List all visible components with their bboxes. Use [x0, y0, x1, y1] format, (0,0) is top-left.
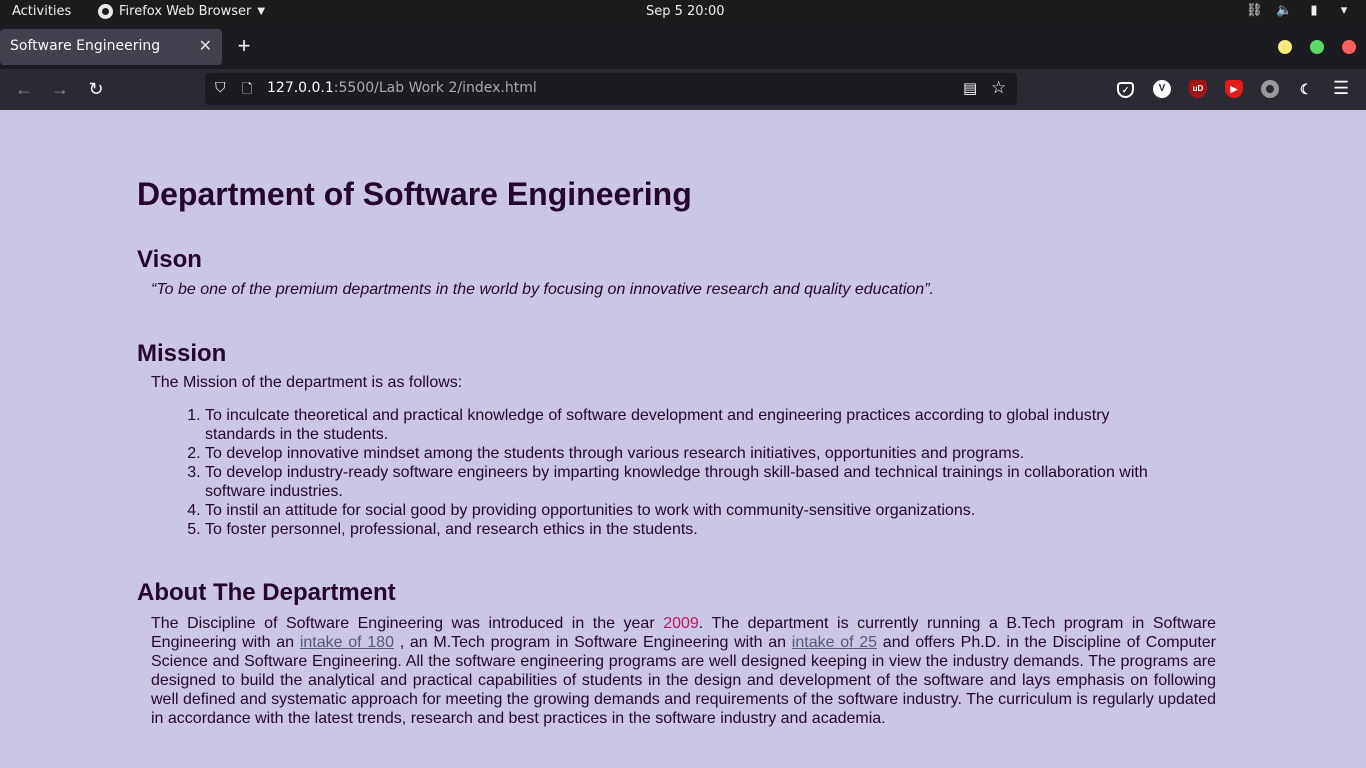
clock[interactable]: Sep 5 20:00 — [646, 4, 725, 19]
chevron-down-icon: ▼ — [257, 6, 266, 17]
about-paragraph: The Discipline of Software Engineering w… — [151, 614, 1216, 728]
url-bar[interactable]: ⛉ 🗋 127.0.0.1:5500/Lab Work 2/index.html… — [205, 73, 1017, 105]
forward-button[interactable]: → — [49, 79, 71, 99]
vision-quote: “To be one of the premium departments in… — [151, 281, 934, 298]
vimium-icon[interactable]: V — [1153, 80, 1171, 98]
hamburger-menu-icon[interactable]: ☰ — [1333, 78, 1349, 99]
reader-view-icon[interactable]: ▤ — [963, 79, 977, 97]
close-tab-icon[interactable]: ✕ — [199, 36, 212, 55]
url-host: 127.0.0.1 — [267, 80, 334, 96]
battery-icon[interactable]: ▮ — [1306, 3, 1322, 18]
page-info-icon[interactable]: 🗋 — [242, 80, 252, 102]
web-page: Department of Software Engineering Vison… — [0, 110, 1366, 768]
tab-software-engineering[interactable]: Software Engineering ✕ — [0, 29, 222, 65]
mission-item: To instil an attitude for social good by… — [205, 501, 1160, 520]
youtube-icon[interactable]: ▶ — [1225, 80, 1243, 98]
mission-item: To foster personnel, professional, and r… — [205, 520, 1160, 539]
mission-item: To inculcate theoretical and practical k… — [205, 406, 1160, 444]
system-tray[interactable]: ⛓ 🔈 ▮ ▾ — [1246, 3, 1352, 18]
url-path: :5500/Lab Work 2/index.html — [333, 80, 537, 96]
firefox-icon — [98, 4, 113, 19]
navigation-toolbar: ← → ↻ ⛉ 🗋 127.0.0.1:5500/Lab Work 2/inde… — [0, 69, 1366, 110]
dark-reader-icon[interactable]: ☾ — [1297, 80, 1315, 98]
reload-button[interactable]: ↻ — [85, 79, 107, 99]
about-text-1: The Discipline of Software Engineering w… — [151, 615, 664, 632]
tab-strip: Software Engineering ✕ + — [0, 25, 1366, 69]
bookmark-star-icon[interactable]: ☆ — [991, 78, 1006, 98]
minimize-window-button[interactable] — [1278, 40, 1292, 54]
page-heading: Department of Software Engineering — [137, 176, 692, 212]
maximize-window-button[interactable] — [1310, 40, 1324, 54]
btech-intake-link[interactable]: intake of 180 — [300, 634, 394, 651]
new-tab-button[interactable]: + — [234, 33, 254, 59]
mission-item: To develop industry-ready software engin… — [205, 463, 1160, 501]
mission-list: To inculcate theoretical and practical k… — [205, 406, 1160, 539]
mtech-intake-link[interactable]: intake of 25 — [792, 634, 877, 651]
about-text-3: , an M.Tech program in Software Engineer… — [393, 634, 792, 651]
mission-intro: The Mission of the department is as foll… — [151, 374, 463, 391]
back-button[interactable]: ← — [13, 79, 35, 99]
app-menu-label: Firefox Web Browser — [119, 4, 252, 19]
about-heading: About The Department — [137, 579, 396, 606]
tracking-protection-shield-icon[interactable]: ⛉ — [215, 80, 226, 96]
mission-item: To develop innovative mindset among the … — [205, 444, 1160, 463]
volume-icon[interactable]: 🔈 — [1276, 3, 1292, 18]
vision-heading: Vison — [137, 246, 202, 273]
app-menu[interactable]: Firefox Web Browser ▼ — [98, 4, 265, 19]
mission-heading: Mission — [137, 340, 227, 367]
circle-extension-icon[interactable] — [1261, 80, 1279, 98]
url-text[interactable]: 127.0.0.1:5500/Lab Work 2/index.html — [267, 80, 537, 96]
pocket-icon[interactable]: ✓ — [1117, 82, 1134, 98]
close-window-button[interactable] — [1342, 40, 1356, 54]
tab-title: Software Engineering — [10, 38, 161, 54]
system-top-bar: Activities Firefox Web Browser ▼ Sep 5 2… — [0, 0, 1366, 25]
network-icon[interactable]: ⛓ — [1246, 3, 1263, 18]
power-menu-icon[interactable]: ▾ — [1336, 3, 1352, 18]
ublock-icon[interactable]: uD — [1189, 80, 1207, 98]
activities-button[interactable]: Activities — [12, 4, 71, 19]
founding-year: 2009 — [663, 615, 699, 632]
